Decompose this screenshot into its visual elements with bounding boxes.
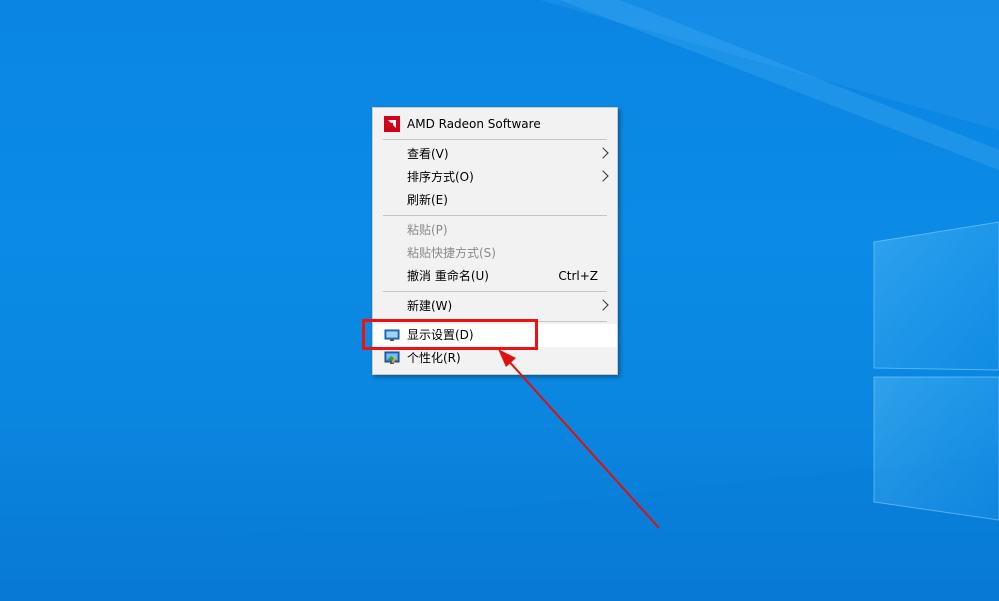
desktop-background: AMD Radeon Software 查看(V) 排序方式(O) 刷新(E) … [0, 0, 999, 601]
annotation-arrow [498, 349, 660, 529]
